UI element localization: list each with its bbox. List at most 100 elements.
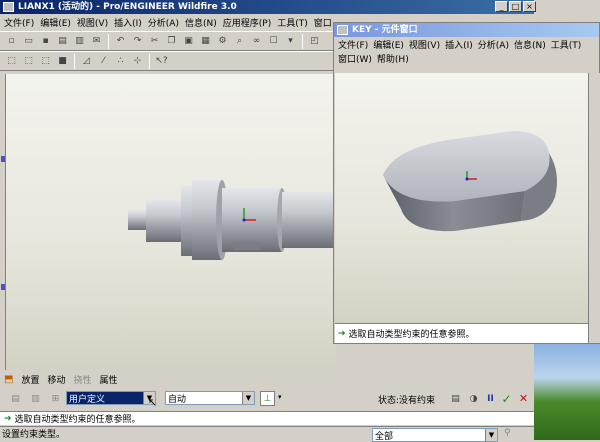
menu-edit[interactable]: 编辑(E)	[40, 16, 71, 29]
main-titlebar: LIANX1 (活动的) - Pro/ENGINEER Wildfire 3.0	[0, 0, 534, 14]
email-icon[interactable]: ✉	[89, 34, 104, 49]
menu-insert[interactable]: 插入(I)	[445, 38, 473, 51]
component-menubar-row2: 窗口(W) 帮助(H)	[334, 51, 599, 65]
message-area: ➔ 选取自动类型约束的任意参照。	[0, 411, 534, 425]
component-window: KEY - 元件窗口 文件(F) 编辑(E) 视图(V) 插入(I) 分析(A)…	[333, 22, 600, 344]
new-file-icon[interactable]: ▫	[4, 34, 19, 49]
copy-icon[interactable]: ❐	[164, 34, 179, 49]
prompt-arrow-icon: ➔	[4, 413, 12, 424]
offset-type-icon[interactable]: ⊥	[260, 391, 275, 406]
confirm-check-icon[interactable]: ✓	[499, 391, 514, 406]
regenerate-icon[interactable]: ⚙	[215, 34, 230, 49]
assembly-icon: ⬒	[4, 373, 14, 385]
menu-help[interactable]: 帮助(H)	[377, 52, 409, 65]
close-button[interactable]: ×	[523, 1, 536, 12]
constraint-set-value: 用户定义	[69, 394, 106, 405]
menu-file[interactable]: 文件(F)	[338, 38, 368, 51]
paste-icon[interactable]: ▣	[181, 34, 196, 49]
menu-edit[interactable]: 编辑(E)	[373, 38, 404, 51]
component-graphics-area[interactable]	[335, 73, 588, 323]
no-hidden-icon[interactable]: ⬚	[38, 54, 53, 69]
shading-icon[interactable]: ■	[55, 54, 70, 69]
menu-view[interactable]: 视图(V)	[409, 38, 440, 51]
menu-info[interactable]: 信息(N)	[514, 38, 546, 51]
chevron-down-icon[interactable]: ▼	[242, 392, 254, 404]
menu-insert[interactable]: 插入(I)	[114, 16, 142, 29]
dashboard-tabs: ⬒ 放置 移动 挠性 属性	[4, 372, 118, 386]
preview-icon[interactable]: ◑	[466, 391, 481, 406]
coordinate-system-icon[interactable]: ⊹	[130, 54, 145, 69]
menu-analysis[interactable]: 分析(A)	[478, 38, 509, 51]
tab-move[interactable]: 移动	[47, 373, 65, 386]
binoculars-icon[interactable]: ∞	[249, 34, 264, 49]
menu-window[interactable]: 窗口	[314, 16, 332, 29]
chevron-down-icon[interactable]: ▾	[278, 393, 282, 401]
select-box-icon[interactable]: ☐	[266, 34, 281, 49]
user-defined-set-icon: ⊞	[51, 393, 60, 404]
save-icon[interactable]: ▪	[38, 34, 53, 49]
component-window-icon: ▤	[11, 393, 20, 404]
constraint-type-combo[interactable]: 自动 ▼	[165, 391, 255, 405]
tab-flexibility: 挠性	[73, 375, 92, 386]
constraint-type-value: 自动	[168, 394, 187, 405]
key-model[interactable]	[335, 73, 588, 323]
splitter-marker-icon	[1, 156, 5, 162]
open-folder-icon[interactable]: ▭	[21, 34, 36, 49]
toolbar-divider	[302, 33, 303, 49]
chevron-down-icon[interactable]: ▼	[485, 429, 497, 441]
print-icon[interactable]: ▤	[55, 34, 70, 49]
tab-properties[interactable]: 属性	[100, 373, 118, 386]
component-message-text: 选取自动类型约束的任意参照。	[348, 330, 475, 340]
component-window-icon[interactable]: ▤	[448, 391, 463, 406]
menu-info[interactable]: 信息(N)	[185, 16, 217, 29]
toolbar-divider	[74, 53, 75, 69]
dropdown-arrow-icon[interactable]: ▾	[283, 34, 298, 49]
status-text: 设置约束类型。	[2, 430, 66, 440]
datum-plane-icon[interactable]: ◿	[79, 54, 94, 69]
menu-file[interactable]: 文件(F)	[4, 16, 34, 29]
main-graphics-area[interactable]	[6, 74, 336, 370]
undo-icon[interactable]: ↶	[113, 34, 128, 49]
maximize-button[interactable]: □	[509, 1, 522, 12]
minimize-button[interactable]: _	[495, 1, 508, 12]
menu-tools[interactable]: 工具(T)	[277, 16, 308, 29]
splitter-marker-icon	[1, 284, 5, 290]
app-icon	[3, 2, 14, 12]
menu-analysis[interactable]: 分析(A)	[148, 16, 179, 29]
constraint-set-combo[interactable]: 用户定义 ▼	[66, 391, 156, 405]
repaint-icon[interactable]: ◰	[307, 34, 322, 49]
status-bar: 设置约束类型。 全部 ▼ ⚲	[0, 426, 534, 442]
redo-icon[interactable]: ↷	[130, 34, 145, 49]
wireframe-icon[interactable]: ⬚	[4, 54, 19, 69]
menu-window[interactable]: 窗口(W)	[338, 52, 372, 65]
desktop-background	[534, 344, 600, 440]
message-text: 选取自动类型约束的任意参照。	[14, 415, 141, 425]
pause-icon[interactable]: II	[483, 391, 498, 406]
component-titlebar: KEY - 元件窗口	[334, 23, 599, 37]
paste-special-icon[interactable]: ▦	[198, 34, 213, 49]
cut-icon[interactable]: ✂	[147, 34, 162, 49]
component-title: KEY - 元件窗口	[352, 25, 418, 35]
toolbar-divider	[108, 33, 109, 49]
shaft-model[interactable]	[6, 74, 336, 370]
component-right-strip	[588, 73, 600, 343]
constraint-status: 状态:没有约束	[378, 396, 436, 406]
menu-view[interactable]: 视图(V)	[77, 16, 108, 29]
mouse-cursor-icon: ↖	[148, 396, 158, 409]
cancel-x-icon[interactable]: ✕	[516, 391, 531, 406]
component-message-area: ➔ 选取自动类型约束的任意参照。	[335, 323, 588, 343]
main-title: LIANX1 (活动的) - Pro/ENGINEER Wildfire 3.0	[18, 2, 237, 12]
tab-placement[interactable]: 放置	[21, 373, 39, 386]
dashboard-bar: ▤ ▥ ⊞ 用户定义 ▼ ↖ 自动 ▼ ⊥ ▾ 状态:没有约束 ▤ ◑ II ✓…	[0, 388, 534, 409]
prompt-arrow-icon: ➔	[338, 328, 346, 339]
menu-applications[interactable]: 应用程序(P)	[223, 16, 271, 29]
print-preview-icon[interactable]: ▥	[72, 34, 87, 49]
separate-window-icon: ▥	[31, 393, 40, 404]
find-icon[interactable]: ⌕	[232, 34, 247, 49]
datum-axis-icon[interactable]: ⁄	[96, 54, 111, 69]
datum-point-icon[interactable]: ∴	[113, 54, 128, 69]
context-help-icon[interactable]: ↖?	[154, 54, 169, 69]
menu-tools[interactable]: 工具(T)	[551, 38, 582, 51]
app-icon	[337, 25, 348, 35]
hidden-line-icon[interactable]: ⬚	[21, 54, 36, 69]
